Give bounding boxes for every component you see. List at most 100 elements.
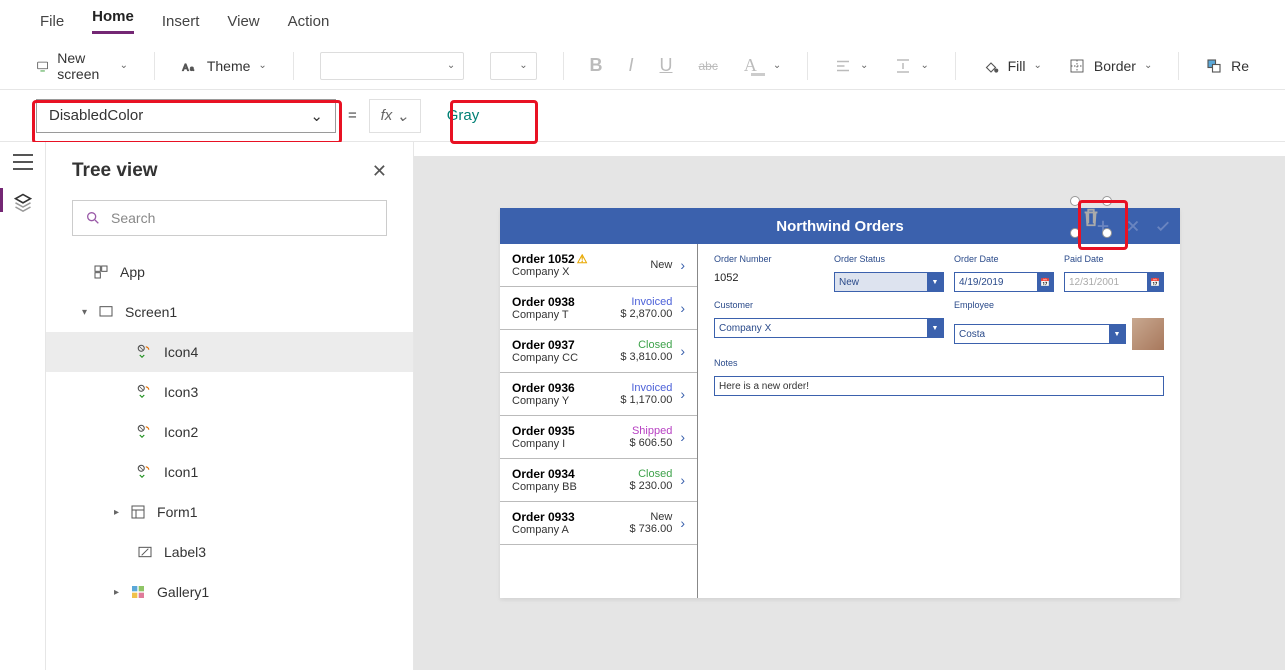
tree-title: Tree view xyxy=(72,160,158,182)
tree-app[interactable]: App xyxy=(46,252,413,292)
check-icon[interactable] xyxy=(1154,217,1172,235)
search-input[interactable] xyxy=(111,210,374,226)
screen-icon xyxy=(36,57,49,75)
fx-button[interactable]: fx⌄ xyxy=(369,99,421,133)
caret-down-icon: ▾ xyxy=(82,307,87,318)
chevron-right-icon: › xyxy=(680,515,685,531)
menu-view[interactable]: View xyxy=(227,13,259,30)
tree-icon2[interactable]: Icon2 xyxy=(46,412,413,452)
chevron-down-icon: ⌄ xyxy=(1034,60,1042,71)
search-icon xyxy=(85,210,101,226)
valign-icon xyxy=(894,57,912,75)
align-icon xyxy=(834,57,852,75)
border-button[interactable]: Border ⌄ xyxy=(1068,57,1152,75)
theme-icon: Aa xyxy=(181,57,199,75)
chevron-right-icon: › xyxy=(680,386,685,402)
chevron-down-icon: ⌄ xyxy=(310,107,323,125)
gallery-item[interactable]: Order 0938Company TInvoiced$ 2,870.00› xyxy=(500,287,697,330)
tree-view-rail-button[interactable] xyxy=(13,192,33,217)
menu-file[interactable]: File xyxy=(40,13,64,30)
chevron-right-icon: › xyxy=(680,257,685,273)
order-date-input[interactable]: 4/19/2019 xyxy=(954,272,1054,292)
app-preview[interactable]: Northwind Orders Order 1052 ⚠Company XNe… xyxy=(500,208,1180,598)
orders-gallery[interactable]: Order 1052 ⚠Company XNew›Order 0938Compa… xyxy=(500,244,698,598)
valign-button[interactable]: ⌄ xyxy=(894,57,928,75)
align-button[interactable]: ⌄ xyxy=(834,57,868,75)
tree-gallery1[interactable]: ▸ Gallery1 xyxy=(46,572,413,612)
left-rail xyxy=(0,142,46,670)
close-icon[interactable] xyxy=(1124,217,1142,235)
canvas: Northwind Orders Order 1052 ⚠Company XNe… xyxy=(414,156,1285,670)
employee-select[interactable]: Costa xyxy=(954,324,1126,344)
gallery-item[interactable]: Order 0933Company ANew$ 736.00› xyxy=(500,502,697,545)
caret-right-icon: ▸ xyxy=(114,587,119,598)
gallery-item[interactable]: Order 0937Company CCClosed$ 3,810.00› xyxy=(500,330,697,373)
font-color-button[interactable]: A⌄ xyxy=(744,55,781,76)
paid-date-input[interactable]: 12/31/2001 xyxy=(1064,272,1164,292)
lbl-order-number: Order Number xyxy=(714,254,824,264)
reorder-icon xyxy=(1205,57,1223,75)
chevron-right-icon: › xyxy=(680,429,685,445)
menu-insert[interactable]: Insert xyxy=(162,13,200,30)
underline-button[interactable]: U xyxy=(660,55,673,76)
tree-screen1[interactable]: ▾ Screen1 xyxy=(46,292,413,332)
gallery-item[interactable]: Order 1052 ⚠Company XNew› xyxy=(500,244,697,287)
theme-button[interactable]: Aa Theme ⌄ xyxy=(181,57,267,75)
lbl-customer: Customer xyxy=(714,300,944,310)
lbl-paid-date: Paid Date xyxy=(1064,254,1164,264)
ribbon: New screen ⌄ Aa Theme ⌄ ⌄ ⌄ B I U abc A⌄… xyxy=(0,42,1285,90)
customer-select[interactable]: Company X xyxy=(714,318,944,338)
tree-icon3[interactable]: Icon3 xyxy=(46,372,413,412)
menu-action[interactable]: Action xyxy=(288,13,330,30)
caret-right-icon: ▸ xyxy=(114,507,119,518)
hamburger-icon[interactable] xyxy=(13,154,33,170)
app-title: Northwind Orders xyxy=(776,218,904,235)
app-icon xyxy=(92,263,110,281)
order-number-value: 1052 xyxy=(714,272,824,292)
lbl-employee: Employee xyxy=(954,300,1054,310)
gallery-item[interactable]: Order 0936Company YInvoiced$ 1,170.00› xyxy=(500,373,697,416)
chevron-right-icon: › xyxy=(680,472,685,488)
tree-label3[interactable]: Label3 xyxy=(46,532,413,572)
tree-icon4[interactable]: Icon4 xyxy=(46,332,413,372)
menu-home[interactable]: Home xyxy=(92,8,134,34)
control-icon xyxy=(136,383,154,401)
tree-icon1[interactable]: Icon1 xyxy=(46,452,413,492)
border-icon xyxy=(1068,57,1086,75)
italic-button[interactable]: I xyxy=(628,55,633,76)
notes-input[interactable]: Here is a new order! xyxy=(714,376,1164,396)
bold-button[interactable]: B xyxy=(589,55,602,76)
lbl-order-date: Order Date xyxy=(954,254,1054,264)
gallery-item[interactable]: Order 0934Company BBClosed$ 230.00› xyxy=(500,459,697,502)
chevron-down-icon: ⌄ xyxy=(120,60,128,71)
chevron-right-icon: › xyxy=(680,300,685,316)
warning-icon: ⚠ xyxy=(577,252,588,266)
lbl-notes: Notes xyxy=(714,358,1164,368)
property-select[interactable]: DisabledColor ⌄ xyxy=(36,99,336,133)
formula-input[interactable]: Gray xyxy=(433,99,503,133)
formula-bar: DisabledColor ⌄ = fx⌄ Gray xyxy=(0,90,1285,142)
order-status-select[interactable]: New xyxy=(834,272,944,292)
new-screen-button[interactable]: New screen ⌄ xyxy=(36,50,128,82)
fill-icon xyxy=(982,57,1000,75)
chevron-down-icon: ⌄ xyxy=(1144,60,1152,71)
selected-icon-handles[interactable] xyxy=(1074,200,1108,234)
svg-text:a: a xyxy=(190,65,194,72)
menu-bar: File Home Insert View Action xyxy=(0,0,1285,42)
lbl-order-status: Order Status xyxy=(834,254,944,264)
control-icon xyxy=(136,463,154,481)
font-size-select[interactable]: ⌄ xyxy=(490,52,536,80)
label-icon xyxy=(136,543,154,561)
chevron-down-icon: ⌄ xyxy=(258,60,266,71)
form-icon xyxy=(129,503,147,521)
employee-avatar xyxy=(1132,318,1164,350)
tree-form1[interactable]: ▸ Form1 xyxy=(46,492,413,532)
reorder-button[interactable]: Re xyxy=(1205,57,1249,75)
control-icon xyxy=(136,343,154,361)
fill-button[interactable]: Fill ⌄ xyxy=(982,57,1042,75)
strike-button[interactable]: abc xyxy=(699,59,718,73)
tree-search[interactable] xyxy=(72,200,387,236)
close-icon[interactable]: ✕ xyxy=(372,161,387,182)
gallery-item[interactable]: Order 0935Company IShipped$ 606.50› xyxy=(500,416,697,459)
font-select[interactable]: ⌄ xyxy=(320,52,465,80)
